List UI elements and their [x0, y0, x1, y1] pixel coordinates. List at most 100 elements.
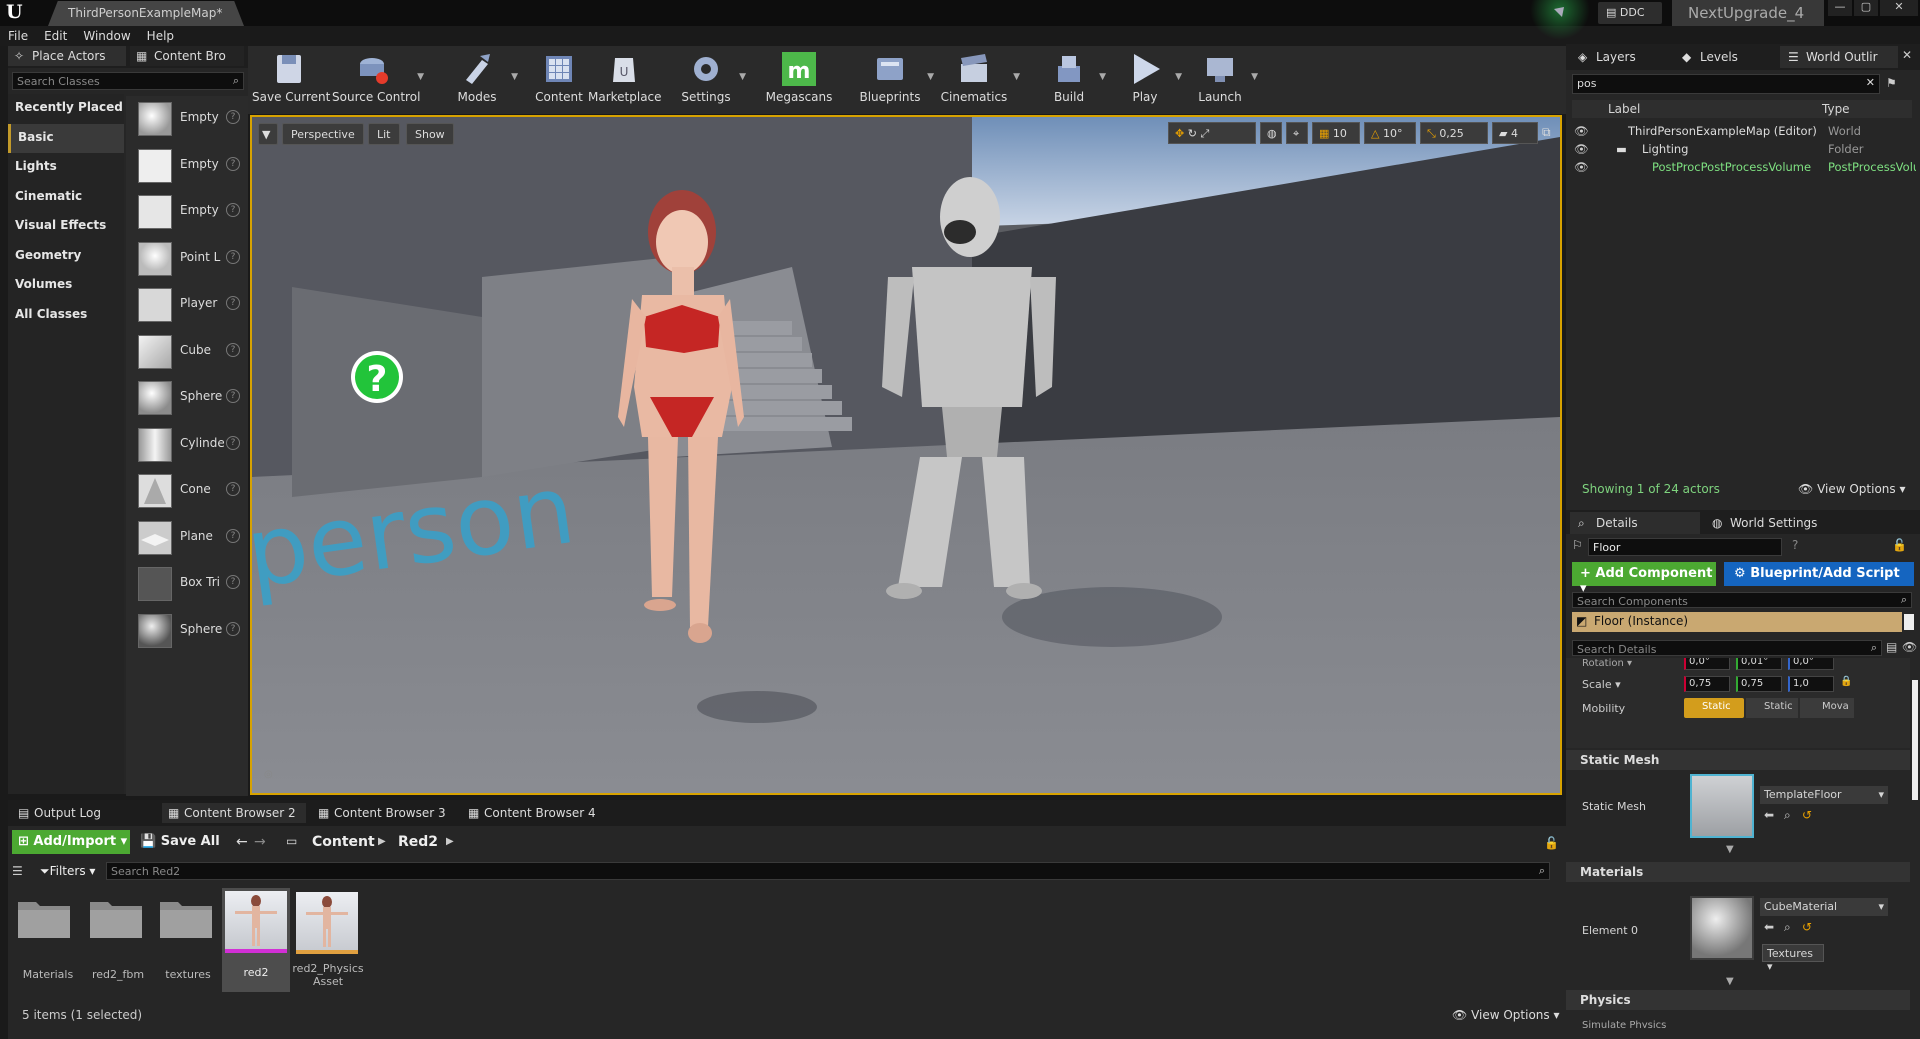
scale-z-field[interactable]: 1,0: [1788, 676, 1834, 692]
document-tab[interactable]: ThirdPersonExampleMap*: [48, 1, 244, 26]
tab-world-outliner[interactable]: ☰ World Outlir: [1780, 46, 1898, 68]
ddc-badge[interactable]: ▤ DDC: [1598, 2, 1662, 24]
details-scrollbar[interactable]: [1912, 680, 1918, 800]
eye-icon[interactable]: 👁: [1902, 640, 1917, 654]
rotation-y-field[interactable]: 0,01°: [1736, 658, 1782, 670]
reset-icon[interactable]: ↺: [1802, 808, 1812, 822]
help-icon[interactable]: ?: [226, 575, 240, 589]
expand-icon[interactable]: ▼: [1726, 976, 1734, 987]
camera-speed[interactable]: ▰ 4: [1492, 122, 1538, 144]
actor-item[interactable]: Cube?: [126, 329, 248, 376]
actor-name-input[interactable]: Floor: [1588, 538, 1782, 556]
category-basic[interactable]: Basic: [8, 123, 124, 153]
material-dropdown[interactable]: CubeMaterial ▾: [1760, 898, 1888, 916]
close-tab-icon[interactable]: ✕: [1902, 48, 1912, 62]
chevron-down-icon[interactable]: ▼: [1013, 72, 1020, 82]
perspective-button[interactable]: Perspective: [282, 123, 364, 145]
tab-place-actors[interactable]: ✧ Place Actors: [8, 46, 126, 66]
menu-edit[interactable]: Edit: [36, 26, 75, 46]
breadcrumb-red2[interactable]: Red2: [398, 834, 438, 850]
help-icon[interactable]: ?: [226, 621, 240, 636]
eye-icon[interactable]: 👁: [1574, 160, 1589, 174]
tab-content-browser-4[interactable]: ▦ Content Browser 4: [462, 803, 606, 823]
material-thumbnail[interactable]: [1690, 896, 1754, 960]
asset-folder-materials[interactable]: [16, 896, 76, 946]
tab-details[interactable]: ⌕ Details: [1570, 512, 1700, 534]
marketplace-button[interactable]: U Marketplace: [588, 46, 662, 114]
actor-item[interactable]: Sphere?: [126, 375, 248, 422]
menu-file[interactable]: File: [0, 26, 36, 46]
close-button[interactable]: ✕: [1880, 0, 1918, 16]
help-icon[interactable]: ?: [226, 482, 240, 496]
outliner-search-input[interactable]: pos ✕: [1572, 74, 1880, 94]
help-icon[interactable]: ?: [226, 203, 240, 217]
asset-red2-physics[interactable]: [296, 892, 358, 954]
chevron-down-icon[interactable]: ▼: [739, 72, 746, 82]
actor-item[interactable]: Empty?: [126, 143, 248, 190]
help-icon[interactable]: ?: [226, 528, 240, 543]
reset-icon[interactable]: ↺: [1802, 920, 1812, 934]
tab-content-browser-2[interactable]: ▦ Content Browser 2: [162, 803, 306, 823]
category-all-classes[interactable]: All Classes: [8, 301, 124, 331]
chevron-down-icon[interactable]: ▼: [927, 72, 934, 82]
eye-icon[interactable]: 👁: [1574, 142, 1589, 156]
content-button[interactable]: Content: [534, 46, 584, 114]
chevron-down-icon[interactable]: ▼: [511, 72, 518, 82]
level-viewport[interactable]: person ? ▼ Perspective Lit Show ✥ ↻ ⤢ ◍ …: [250, 115, 1562, 795]
browse-icon[interactable]: ⌕: [1784, 920, 1791, 935]
category-geometry[interactable]: Geometry: [8, 242, 124, 272]
outliner-row[interactable]: 👁 ThirdPersonExampleMap (Editor) World: [1570, 122, 1916, 140]
property-matrix-icon[interactable]: ▤: [1886, 640, 1897, 654]
tab-layers[interactable]: ◈ Layers: [1570, 46, 1670, 68]
actor-item[interactable]: Sphere?: [126, 608, 248, 655]
category-recently-placed[interactable]: Recently Placed: [8, 94, 124, 124]
megascans-button[interactable]: m Megascans: [764, 46, 834, 114]
outliner-row[interactable]: 👁 PostProcPostProcessVolume PostProcessV…: [1570, 158, 1916, 176]
search-details-input[interactable]: Search Details ⌕: [1572, 640, 1882, 656]
actor-item[interactable]: Empty?: [126, 96, 248, 143]
actor-item[interactable]: Empty?: [126, 189, 248, 236]
chevron-down-icon[interactable]: ▼: [1251, 72, 1258, 82]
tab-content-browser-3[interactable]: ▦ Content Browser 3: [312, 803, 456, 823]
rotation-snap[interactable]: △ 10°: [1364, 122, 1416, 144]
textures-button[interactable]: Textures ▾: [1762, 944, 1824, 973]
help-marker-icon[interactable]: ?: [351, 351, 403, 403]
show-button[interactable]: Show: [406, 123, 454, 145]
minimize-button[interactable]: —: [1828, 0, 1852, 16]
static-mesh-dropdown[interactable]: TemplateFloor ▾: [1760, 786, 1888, 804]
add-component-button[interactable]: + Add Component ▾: [1572, 562, 1716, 596]
asset-folder-textures[interactable]: [158, 896, 218, 946]
static-mesh-thumbnail[interactable]: [1690, 774, 1754, 838]
content-search-input[interactable]: Search Red2 ⌕: [106, 862, 1550, 880]
category-cinematic[interactable]: Cinematic: [8, 183, 124, 213]
back-arrow-icon[interactable]: ←: [236, 834, 248, 850]
maximize-button[interactable]: ▢: [1854, 0, 1878, 16]
settings-button[interactable]: Settings ▼: [678, 46, 746, 114]
chevron-down-icon[interactable]: ▼: [417, 72, 424, 82]
build-button[interactable]: Build ▼: [1044, 46, 1106, 114]
cinematics-button[interactable]: Cinematics ▼: [940, 46, 1020, 114]
help-icon[interactable]: ?: [226, 249, 240, 264]
scale-y-field[interactable]: 0,75: [1736, 676, 1782, 692]
actor-item[interactable]: Player?: [126, 282, 248, 329]
browse-icon[interactable]: ⌕: [1784, 808, 1791, 823]
tab-output-log[interactable]: ▤ Output Log: [12, 803, 152, 823]
category-lights[interactable]: Lights: [8, 153, 124, 183]
use-selected-arrow-icon[interactable]: ⬅: [1764, 920, 1774, 934]
blueprint-add-script-button[interactable]: ⚙ Blueprint/Add Script: [1724, 562, 1914, 586]
search-components-input[interactable]: Search Components ⌕: [1572, 592, 1912, 608]
category-visual-effects[interactable]: Visual Effects: [8, 212, 124, 242]
maximize-viewport-icon[interactable]: ⧉: [1542, 125, 1551, 140]
surface-snap-toggle[interactable]: ⌖: [1286, 122, 1308, 144]
help-icon[interactable]: ?: [226, 110, 240, 124]
asset-red2-selected[interactable]: red2: [222, 888, 290, 992]
tab-levels[interactable]: ◆ Levels: [1674, 46, 1776, 68]
outliner-view-options[interactable]: 👁 View Options ▾: [1798, 482, 1906, 496]
expand-icon[interactable]: ▼: [1726, 844, 1734, 855]
col-label[interactable]: Label: [1608, 102, 1640, 116]
rotation-x-field[interactable]: 0,0°: [1684, 658, 1730, 670]
play-button[interactable]: Play ▼: [1120, 46, 1182, 114]
filters-button[interactable]: ⏷Filters ▾: [40, 864, 95, 879]
category-volumes[interactable]: Volumes: [8, 271, 124, 301]
lock-icon[interactable]: 🔓: [1544, 836, 1559, 850]
